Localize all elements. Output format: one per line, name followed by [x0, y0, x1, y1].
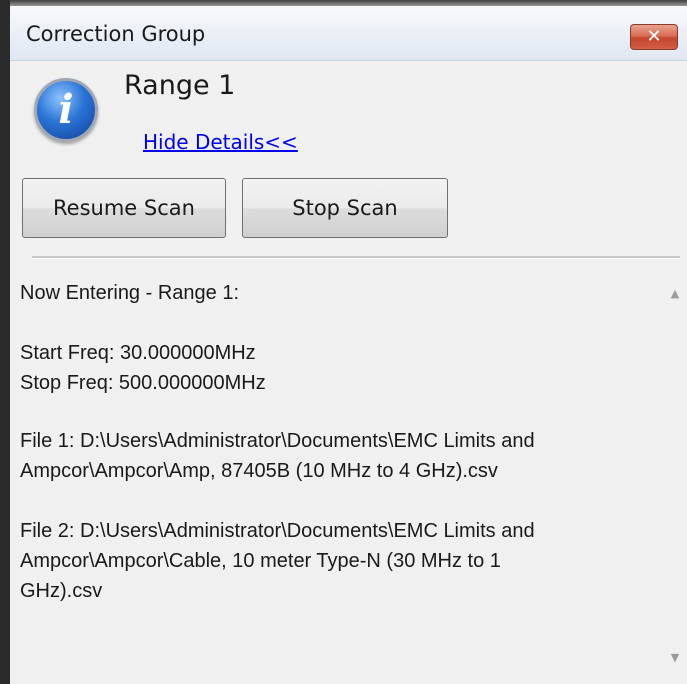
vertical-scrollbar[interactable]: ▲ ▼ [663, 270, 687, 680]
window-left-edge [0, 0, 10, 684]
close-button[interactable]: ✕ [630, 24, 678, 50]
info-icon: i [34, 78, 98, 142]
log-line-start-freq: Start Freq: 30.000000MHz [20, 342, 256, 364]
log-line-stop-freq: Stop Freq: 500.000000MHz [20, 372, 266, 394]
log-line-file2-ext: GHz).csv [20, 580, 103, 602]
details-log[interactable]: Now Entering - Range 1: Start Freq: 30.0… [12, 270, 663, 680]
divider [32, 256, 680, 259]
log-line-file1-path: File 1: D:\Users\Administrator\Documents… [20, 430, 535, 452]
resume-scan-button[interactable]: Resume Scan [22, 178, 226, 238]
log-line-range: Now Entering - Range 1: [20, 282, 240, 304]
log-line-file1-name: Ampcor\Ampcor\Amp, 87405B (10 MHz to 4 G… [20, 460, 498, 482]
close-icon: ✕ [646, 26, 662, 47]
log-line-file2-path: File 2: D:\Users\Administrator\Documents… [20, 520, 535, 542]
scroll-down-arrow-icon[interactable]: ▼ [663, 646, 687, 670]
title-bar: Correction Group ✕ [10, 6, 687, 61]
hide-details-link[interactable]: Hide Details<< [143, 130, 298, 154]
log-line-file2-name: Ampcor\Ampcor\Cable, 10 meter Type-N (30… [20, 550, 501, 572]
stop-scan-button[interactable]: Stop Scan [242, 178, 448, 238]
range-heading: Range 1 [124, 70, 236, 101]
correction-group-dialog: Correction Group ✕ i Range 1 Hide Detail… [0, 0, 687, 684]
scroll-up-arrow-icon[interactable]: ▲ [663, 282, 687, 306]
window-title: Correction Group [26, 22, 206, 46]
